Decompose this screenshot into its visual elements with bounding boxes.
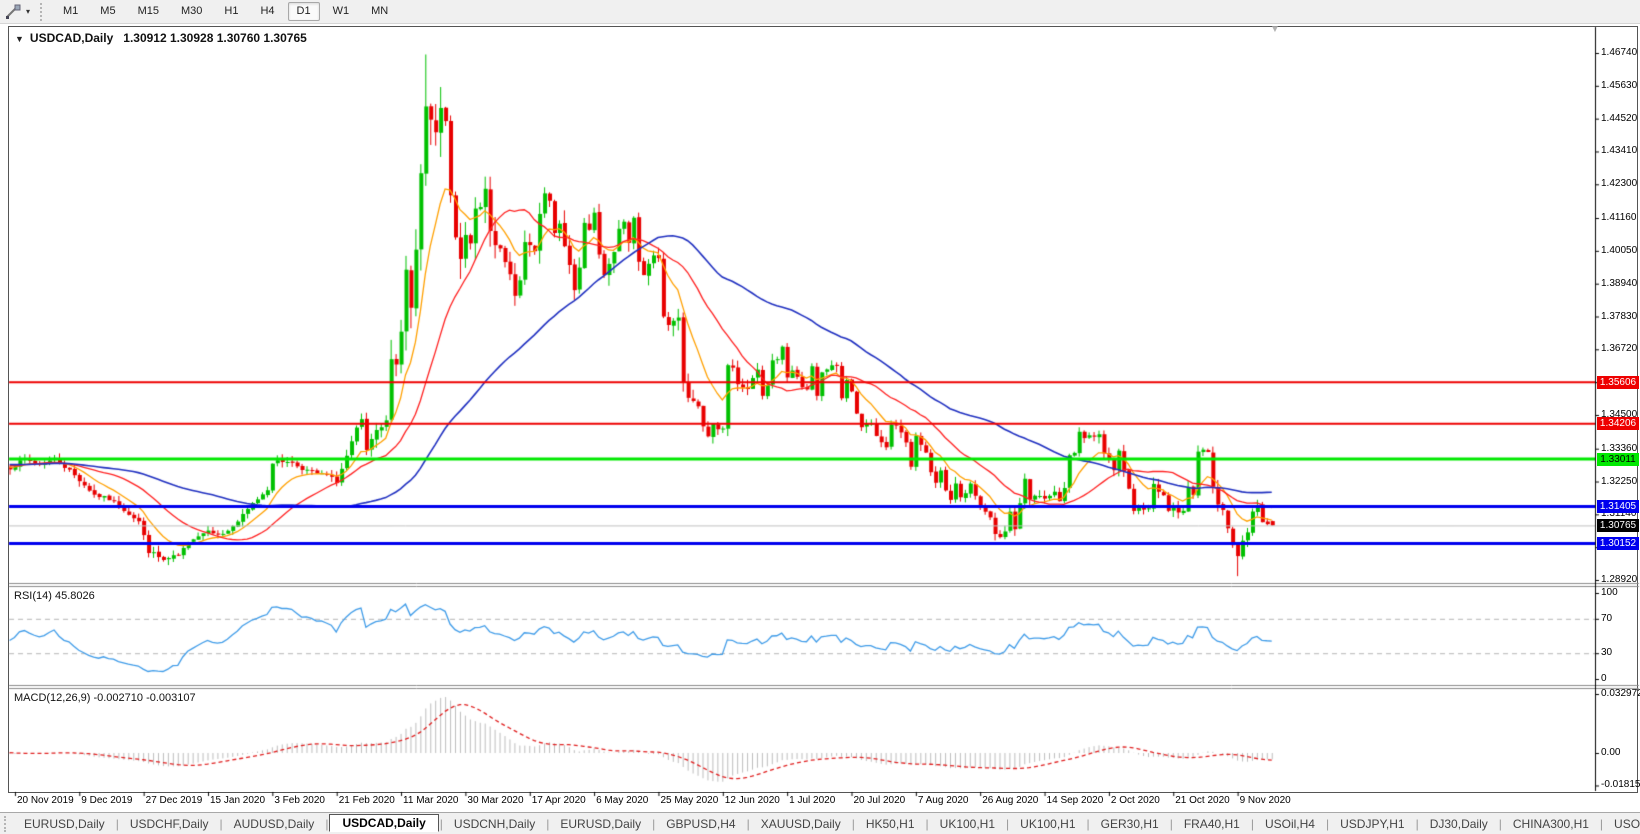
chart-menu-caret[interactable]: ▼ [15,34,24,44]
timeframe-button-mn[interactable]: MN [362,2,397,21]
chart-title: ▼ USDCAD,Daily 1.30912 1.30928 1.30760 1.3… [15,31,307,45]
chart-tab[interactable]: UK100,H1 [930,816,1005,832]
chart-tab[interactable]: USDJPY,H1 [1330,816,1414,832]
y-axis-label: 1.40050 [1601,244,1638,256]
x-axis-date-label: 20 Nov 2019 [16,795,74,806]
chart-tab[interactable]: HK50,H1 [856,816,925,832]
y-axis-label: 1.28920 [1601,574,1638,585]
x-axis-date-label: 14 Sep 2020 [1046,795,1104,806]
y-axis-label: 1.36720 [1601,343,1638,355]
chart-shift-marker[interactable]: ▼ [1270,24,1280,35]
macd-scale-label: 0.00 [1601,747,1621,758]
level-price-tag: 1.35606 [1597,375,1639,389]
chart-tab[interactable]: USDCNH,Daily [444,816,545,832]
rsi-scale-label: 100 [1601,587,1618,598]
timeframe-button-m30[interactable]: M30 [172,2,211,21]
chart-tab[interactable]: GBPUSD,H4 [656,816,745,832]
chart-tab[interactable]: EURUSD,Daily [550,816,651,832]
chart-tab[interactable]: UK100,H1 [1010,816,1085,832]
level-price-tag: 1.34206 [1597,417,1639,431]
chart-tab[interactable]: USDCHF,Daily [120,816,219,832]
x-axis-date-label: 20 Jul 2020 [853,795,906,806]
level-price-tag: 1.31405 [1597,500,1639,513]
y-axis-label: 1.45630 [1601,79,1638,91]
x-axis-date-label: 27 Dec 2019 [145,795,203,806]
x-axis-date-label: 15 Jan 2020 [210,795,266,806]
x-axis-date-label: 11 Mar 2020 [403,795,459,806]
timeframe-button-m1[interactable]: M1 [54,2,87,21]
rsi-scale-label: 0 [1601,673,1607,684]
x-axis-date-label: 9 Nov 2020 [1239,795,1291,806]
x-axis-date-label: 12 Jun 2020 [724,795,780,806]
chart-ohlc-values: 1.30912 1.30928 1.30760 1.30765 [123,31,307,45]
chart-tab[interactable]: USDCAD,Daily [329,813,439,832]
x-axis-date-label: 26 Aug 2020 [982,795,1039,806]
x-axis-date-label: 9 Dec 2019 [81,795,133,806]
toolbar-grip[interactable] [40,2,43,21]
x-axis-date-label: 21 Feb 2020 [338,795,395,806]
rsi-scale-label: 70 [1601,612,1613,624]
y-axis-label: 1.41160 [1601,212,1637,224]
y-axis-label: 1.32250 [1601,475,1638,487]
tab-list: EURUSD,Daily | USDCHF,Daily | AUDUSD,Daily | U… [14,813,1640,832]
x-axis-date-label: 25 May 2020 [660,795,719,806]
chart-tab[interactable]: GER30,H1 [1091,816,1169,832]
y-axis-label: 1.42300 [1601,178,1638,190]
chart-symbol-label: USDCAD,Daily [29,31,114,45]
top-toolbar: ▾ M1 M5 M15 M30 H1 H4 D1 W1 MN [0,0,1640,24]
y-axis-label: 1.38940 [1601,277,1638,289]
macd-scale-label: 0.032972 [1601,688,1640,699]
y-axis-label: 1.37830 [1601,310,1638,322]
level-price-tag: 1.30152 [1597,537,1639,551]
tool-dropdown-caret[interactable]: ▾ [26,7,30,16]
timeframe-button-d1[interactable]: D1 [287,2,320,21]
timeframe-button-h1[interactable]: H1 [215,2,247,21]
chart-tab[interactable]: FRA40,H1 [1174,816,1250,832]
x-axis-date-label: 7 Aug 2020 [917,795,969,806]
x-axis-date-label: 17 Apr 2020 [531,795,586,806]
timeframe-button-m5[interactable]: M5 [91,2,124,21]
chart-tab[interactable]: XAUUSD,Daily [751,816,851,832]
chart-tab[interactable]: EURUSD,Daily [14,816,115,832]
chart-tab[interactable]: DJ30,Daily [1420,816,1498,832]
x-axis-date-label: 1 Jul 2020 [789,795,836,806]
y-axis-label: 1.44520 [1601,112,1638,124]
chart-tab[interactable]: AUDUSD,Daily [224,816,325,832]
x-axis-date-label: 21 Oct 2020 [1175,795,1230,806]
chart-tab[interactable]: CHINA300,H1 [1503,816,1599,832]
rsi-scale-label: 30 [1601,647,1613,659]
x-axis-date-label: 6 May 2020 [596,795,649,806]
timeframe-button-m15[interactable]: M15 [129,2,168,21]
macd-label: MACD(12,26,9) -0.002710 -0.003107 [14,692,196,704]
x-axis-date-label: 30 Mar 2020 [467,795,524,806]
timeframe-buttons: M1 M5 M15 M30 H1 H4 D1 W1 MN [52,2,399,21]
bid-price-tag: 1.30765 [1597,518,1639,532]
x-axis-date-label: 3 Feb 2020 [274,795,325,806]
y-axis-label: 1.46740 [1601,47,1638,58]
price-chart-canvas[interactable] [8,26,1640,802]
timeframe-button-w1[interactable]: W1 [324,2,359,21]
x-axis-date-label: 2 Oct 2020 [1110,795,1160,806]
y-axis-label: 1.43410 [1601,145,1638,157]
macd-scale-label: -0.018154 [1601,779,1640,791]
timeframe-button-h4[interactable]: H4 [251,2,283,21]
rsi-label: RSI(14) 45.8026 [14,590,95,602]
level-price-tag: 1.33011 [1597,452,1639,466]
chart-tab[interactable]: USOil,H1 [1604,816,1640,832]
chart-tab[interactable]: USOil,H4 [1255,816,1325,832]
crosshair-tool-icon[interactable] [4,4,24,20]
tab-bar-grip[interactable] [4,815,6,832]
chart-tab-bar: EURUSD,Daily | USDCHF,Daily | AUDUSD,Daily | U… [0,812,1640,834]
